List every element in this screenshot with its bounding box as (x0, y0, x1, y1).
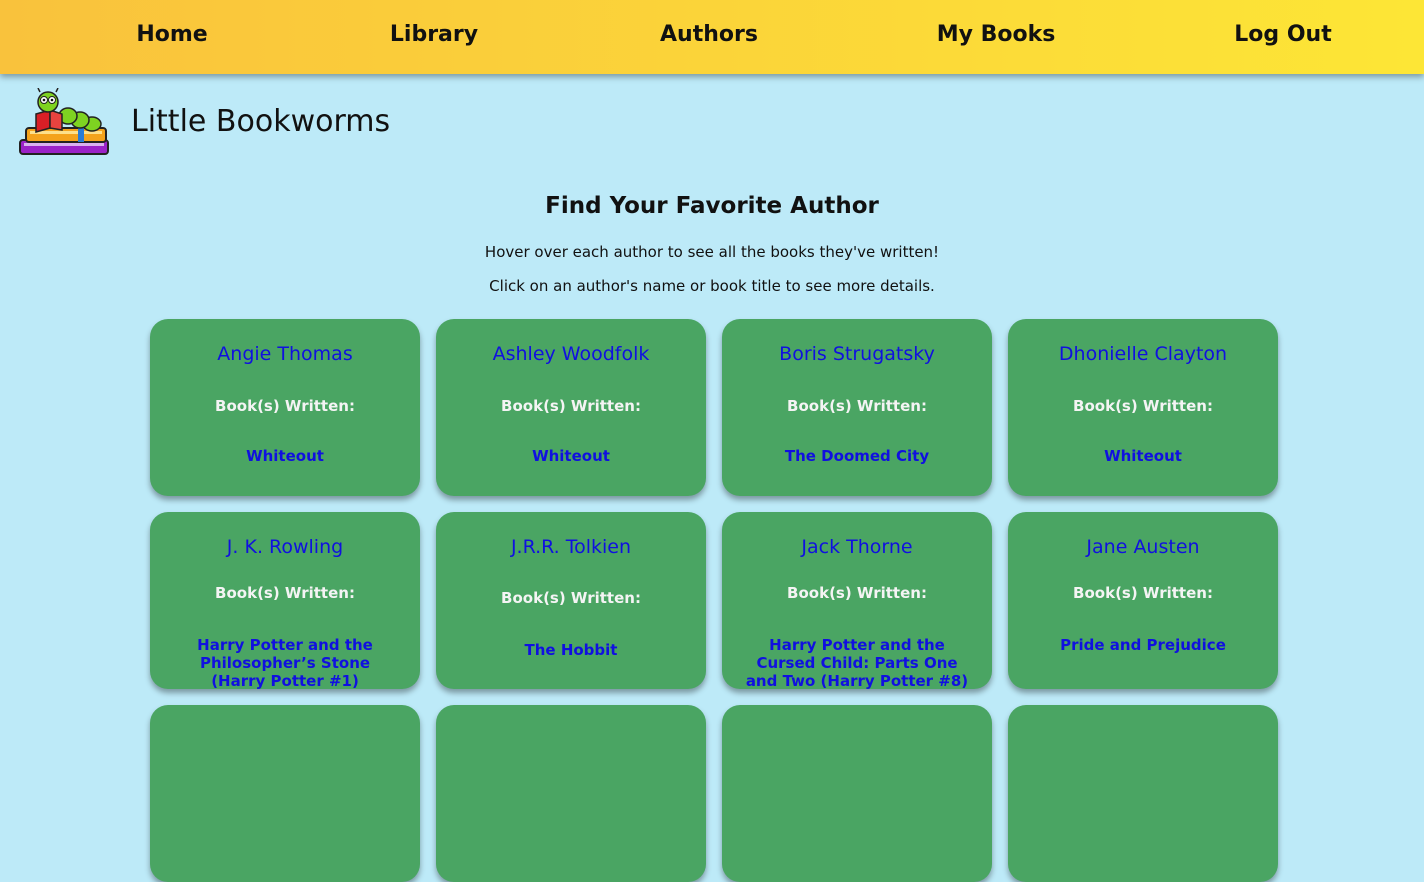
author-card[interactable]: Angie Thomas Book(s) Written: Whiteout (150, 319, 420, 496)
book-title-link[interactable]: Harry Potter and the Philosopher’s Stone… (172, 636, 398, 690)
book-title-link[interactable]: Whiteout (172, 447, 398, 465)
author-card[interactable] (436, 705, 706, 882)
author-card[interactable]: J. K. Rowling Book(s) Written: Harry Pot… (150, 512, 420, 690)
author-card[interactable]: Ashley Woodfolk Book(s) Written: Whiteou… (436, 319, 706, 496)
author-name-link[interactable]: Ashley Woodfolk (436, 343, 706, 365)
books-written-label: Book(s) Written: (501, 589, 641, 607)
book-title-link[interactable]: The Doomed City (744, 447, 970, 465)
author-card[interactable]: Boris Strugatsky Book(s) Written: The Do… (722, 319, 992, 496)
author-card[interactable]: Jack Thorne Book(s) Written: Harry Potte… (722, 512, 992, 690)
author-name-link[interactable]: J.R.R. Tolkien (436, 536, 706, 558)
books-written-label: Book(s) Written: (1073, 584, 1213, 602)
author-name-link[interactable]: Angie Thomas (150, 343, 420, 365)
author-card[interactable] (150, 705, 420, 882)
bookworm-on-books-icon (18, 87, 112, 160)
book-title-link[interactable]: Whiteout (1030, 447, 1256, 465)
top-navbar: Home Library Authors My Books Log Out (0, 0, 1424, 74)
nav-home-link[interactable]: Home (136, 22, 207, 47)
site-title: Little Bookworms (131, 104, 391, 139)
author-card[interactable]: Dhonielle Clayton Book(s) Written: White… (1008, 319, 1278, 496)
books-written-label: Book(s) Written: (1073, 397, 1213, 415)
nav-authors-link[interactable]: Authors (660, 22, 758, 47)
books-written-label: Book(s) Written: (787, 397, 927, 415)
books-written-label: Book(s) Written: (215, 584, 355, 602)
books-written-label: Book(s) Written: (501, 397, 641, 415)
books-written-label: Book(s) Written: (215, 397, 355, 415)
book-title-link[interactable]: Harry Potter and the Cursed Child: Parts… (744, 636, 970, 690)
author-card[interactable] (1008, 705, 1278, 882)
page-heading: Find Your Favorite Author (545, 193, 879, 219)
book-title-link[interactable]: The Hobbit (458, 641, 684, 659)
author-name-link[interactable]: Dhonielle Clayton (1008, 343, 1278, 365)
book-title-link[interactable]: Whiteout (458, 447, 684, 465)
books-written-label: Book(s) Written: (787, 584, 927, 602)
author-name-link[interactable]: Jack Thorne (722, 536, 992, 558)
nav-log-out-link[interactable]: Log Out (1234, 22, 1331, 47)
author-name-link[interactable]: J. K. Rowling (150, 536, 420, 558)
nav-library-link[interactable]: Library (390, 22, 478, 47)
author-card[interactable]: J.R.R. Tolkien Book(s) Written: The Hobb… (436, 512, 706, 689)
author-name-link[interactable]: Boris Strugatsky (722, 343, 992, 365)
author-card[interactable]: Jane Austen Book(s) Written: Pride and P… (1008, 512, 1278, 689)
author-name-link[interactable]: Jane Austen (1008, 536, 1278, 558)
book-title-link[interactable]: Pride and Prejudice (1030, 636, 1256, 654)
nav-my-books-link[interactable]: My Books (937, 22, 1056, 47)
click-instruction: Click on an author's name or book title … (489, 277, 935, 295)
author-card[interactable] (722, 705, 992, 882)
hover-instruction: Hover over each author to see all the bo… (484, 243, 940, 261)
